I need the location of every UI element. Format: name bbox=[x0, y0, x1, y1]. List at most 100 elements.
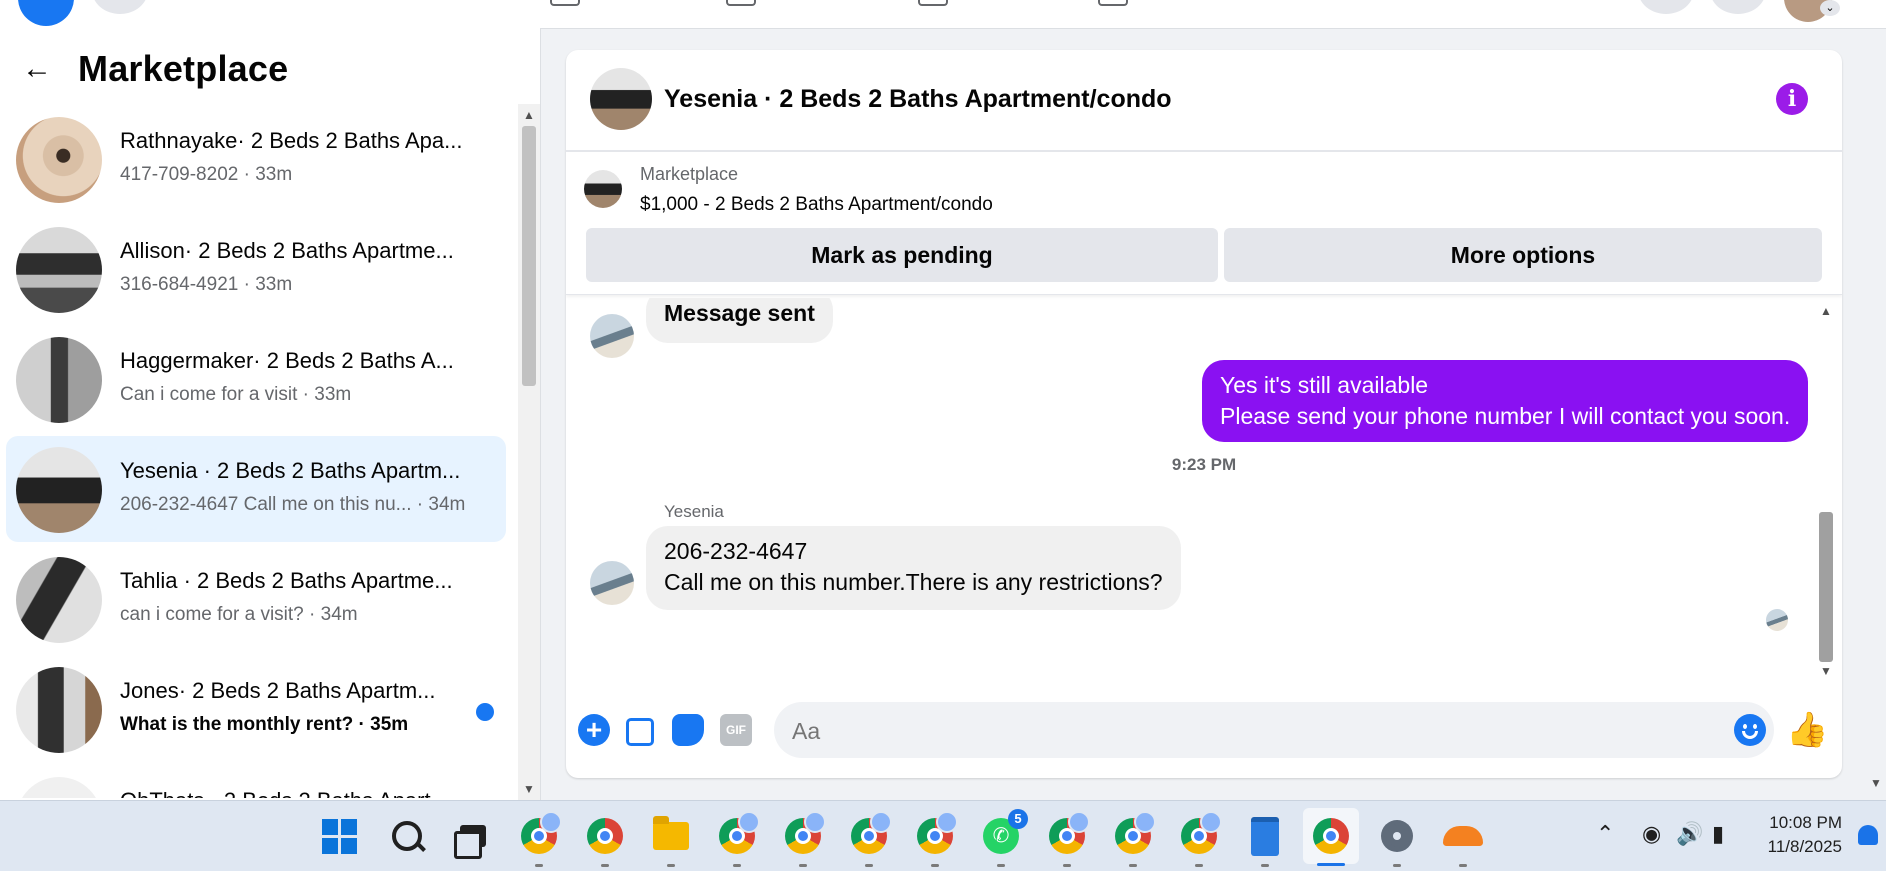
notifications-button[interactable] bbox=[1710, 0, 1766, 14]
nav-home-icon[interactable] bbox=[550, 0, 580, 6]
chat-panel: Yesenia · 2 Beds 2 Baths Apartment/condo… bbox=[566, 50, 1842, 778]
chevron-down-icon[interactable]: ⌄ bbox=[1820, 0, 1840, 16]
taskbar-chrome-profile-8[interactable] bbox=[1178, 811, 1222, 867]
task-view-button[interactable] bbox=[452, 815, 494, 859]
message-input[interactable] bbox=[790, 712, 1714, 750]
system-clock[interactable]: 10:08 PM 11/8/2025 bbox=[1752, 811, 1842, 859]
conversation-item[interactable]: Tahlia · 2 Beds 2 Baths Apartme... can i… bbox=[6, 546, 506, 652]
taskbar-chrome-profile-5[interactable] bbox=[914, 811, 958, 867]
message-thread: Message sent Yes it's still available Pl… bbox=[566, 298, 1842, 682]
sender-avatar[interactable] bbox=[590, 314, 634, 358]
gif-icon[interactable]: GIF bbox=[720, 714, 752, 746]
chat-title[interactable]: Yesenia · 2 Beds 2 Baths Apartment/condo bbox=[664, 85, 1172, 114]
scroll-down-arrow-icon[interactable]: ▼ bbox=[1820, 664, 1832, 678]
chrome-icon bbox=[1313, 818, 1349, 854]
taskbar-chrome[interactable] bbox=[584, 815, 626, 867]
emoji-icon[interactable] bbox=[1734, 714, 1766, 746]
tray-chevron-up-icon[interactable]: ⌃ bbox=[1596, 821, 1614, 847]
conversation-name: Allison· 2 Beds 2 Baths Apartme... bbox=[120, 238, 454, 263]
clock-date: 11/8/2025 bbox=[1767, 837, 1842, 856]
taskbar-settings[interactable] bbox=[1376, 815, 1418, 867]
listing-thumbnail[interactable] bbox=[584, 170, 622, 208]
taskbar-chrome-profile-2[interactable] bbox=[716, 811, 760, 867]
conversation-item[interactable]: OhThats · 2 Beds 2 Baths Apart... bbox=[6, 766, 506, 798]
conversation-item-unread[interactable]: Jones· 2 Beds 2 Baths Apartm... What is … bbox=[6, 656, 506, 762]
message-sent-notice: Message sent bbox=[646, 298, 833, 343]
taskbar-chrome-profile-6[interactable] bbox=[1046, 811, 1090, 867]
mark-as-pending-button[interactable]: Mark as pending bbox=[586, 228, 1218, 282]
taskbar-chrome-profile-1[interactable] bbox=[518, 811, 562, 867]
scroll-down-arrow-icon[interactable]: ▼ bbox=[523, 782, 535, 796]
notification-count-badge: 5 bbox=[1008, 809, 1028, 829]
listing-banner: Marketplace $1,000 - 2 Beds 2 Baths Apar… bbox=[566, 152, 1842, 295]
conversation-list: Rathnayake· 2 Beds 2 Baths Apa... 417-70… bbox=[0, 106, 518, 798]
taskbar-chrome-profile-3[interactable] bbox=[782, 811, 826, 867]
unread-dot-icon bbox=[476, 703, 494, 721]
sidebar-title: Marketplace bbox=[78, 48, 289, 89]
page-scrollbar[interactable]: ▼ bbox=[1866, 28, 1886, 800]
scroll-up-arrow-icon[interactable]: ▲ bbox=[1820, 304, 1832, 318]
profile-badge-icon bbox=[1134, 811, 1156, 833]
outgoing-message-line: Yes it's still available bbox=[1220, 372, 1429, 398]
taskbar-file-explorer[interactable] bbox=[650, 815, 692, 867]
scrollbar-thumb[interactable] bbox=[1819, 512, 1833, 662]
taskbar-chrome-profile-7[interactable] bbox=[1112, 811, 1156, 867]
nav-video-icon[interactable] bbox=[726, 0, 756, 6]
nav-groups-icon[interactable] bbox=[1098, 0, 1128, 6]
conversation-thumbnail bbox=[16, 337, 102, 423]
chat-avatar[interactable] bbox=[590, 68, 652, 130]
conversation-item[interactable]: Rathnayake· 2 Beds 2 Baths Apa... 417-70… bbox=[6, 106, 506, 212]
search-button[interactable] bbox=[92, 0, 148, 14]
notepad-icon bbox=[1251, 816, 1279, 856]
gallery-icon[interactable] bbox=[626, 718, 654, 746]
conversation-thumbnail bbox=[16, 117, 102, 203]
scrollbar-thumb[interactable] bbox=[522, 126, 536, 386]
seen-receipt-avatar bbox=[1766, 609, 1788, 631]
taskbar-chrome-profile-4[interactable] bbox=[848, 811, 892, 867]
conversation-preview: Can i come for a visit · 33m bbox=[120, 384, 352, 405]
outgoing-message-line: Please send your phone number I will con… bbox=[1220, 403, 1791, 429]
wifi-icon[interactable]: ◉ bbox=[1642, 821, 1661, 847]
clock-time: 10:08 PM bbox=[1769, 813, 1842, 832]
start-button[interactable] bbox=[318, 815, 360, 857]
taskbar-cloudflare[interactable] bbox=[1442, 815, 1484, 867]
sticker-icon[interactable] bbox=[672, 714, 704, 746]
scroll-up-arrow-icon[interactable]: ▲ bbox=[523, 108, 535, 122]
messenger-button[interactable] bbox=[1638, 0, 1694, 14]
conversation-item-active[interactable]: Yesenia · 2 Beds 2 Baths Apartm... 206-2… bbox=[6, 436, 506, 542]
listing-source: Marketplace bbox=[640, 164, 739, 184]
conversation-item[interactable]: Allison· 2 Beds 2 Baths Apartme... 316-6… bbox=[6, 216, 506, 322]
conversation-thumbnail bbox=[16, 777, 102, 798]
profile-badge-icon bbox=[1068, 811, 1090, 833]
profile-badge-icon bbox=[870, 811, 892, 833]
sidebar-scrollbar[interactable]: ▲ ▼ bbox=[518, 104, 540, 800]
conversation-name: Yesenia · 2 Beds 2 Baths Apartm... bbox=[120, 458, 461, 483]
volume-icon[interactable]: 🔊 bbox=[1676, 821, 1703, 847]
taskbar-notepad[interactable] bbox=[1244, 815, 1286, 867]
conversation-item[interactable]: Haggermaker· 2 Beds 2 Baths A... Can i c… bbox=[6, 326, 506, 432]
listing-title[interactable]: $1,000 - 2 Beds 2 Baths Apartment/condo bbox=[640, 194, 993, 216]
outgoing-message-bubble: Yes it's still available Please send you… bbox=[1202, 360, 1809, 442]
profile-badge-icon bbox=[1200, 811, 1222, 833]
back-arrow-icon[interactable]: ← bbox=[22, 54, 62, 84]
thumbs-up-icon[interactable]: 👍 bbox=[1786, 710, 1828, 750]
taskbar-search-button[interactable] bbox=[386, 815, 428, 857]
chat-scrollbar[interactable]: ▲ ▼ bbox=[1814, 300, 1836, 680]
more-options-button[interactable]: More options bbox=[1224, 228, 1822, 282]
conversation-preview: 316-684-4921 · 33m bbox=[120, 274, 293, 295]
plus-icon[interactable]: + bbox=[578, 714, 610, 746]
taskbar-whatsapp[interactable]: ✆ 5 bbox=[980, 809, 1028, 867]
task-view-icon bbox=[454, 825, 486, 859]
sender-avatar[interactable] bbox=[590, 561, 634, 605]
notification-bell-icon[interactable] bbox=[1858, 825, 1878, 845]
battery-icon[interactable]: ▮ bbox=[1712, 821, 1724, 847]
scroll-down-arrow-icon[interactable]: ▼ bbox=[1870, 776, 1882, 790]
facebook-logo-icon[interactable] bbox=[18, 0, 74, 26]
nav-marketplace-icon[interactable] bbox=[918, 0, 948, 6]
profile-badge-icon bbox=[804, 811, 826, 833]
sender-name: Yesenia bbox=[664, 502, 724, 521]
taskbar-chrome-active[interactable] bbox=[1303, 808, 1359, 866]
conversation-preview: What is the monthly rent? · 35m bbox=[120, 714, 409, 735]
search-icon bbox=[392, 821, 422, 851]
info-icon[interactable]: i bbox=[1776, 83, 1808, 115]
